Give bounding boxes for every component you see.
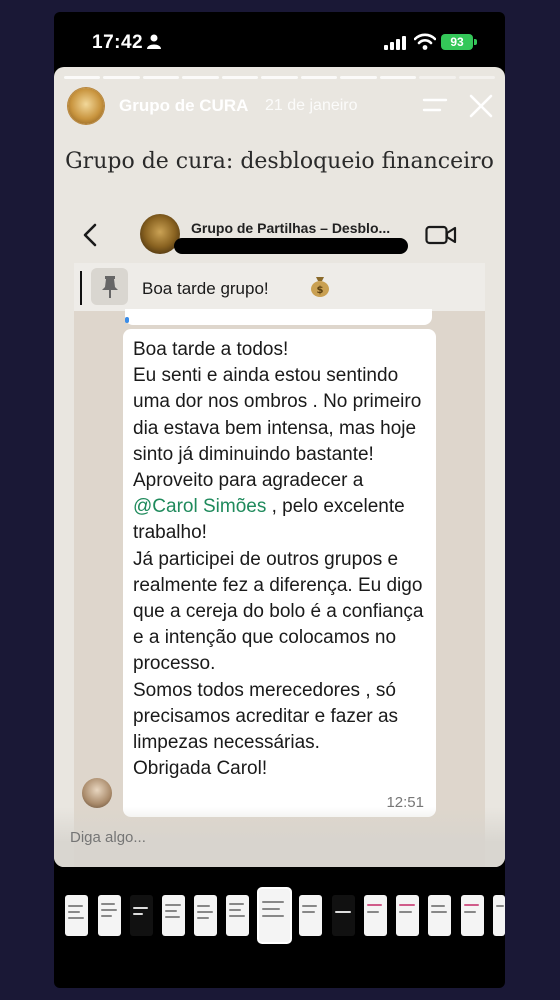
story-thumbnail[interactable] xyxy=(461,895,484,936)
pinned-indicator-bar xyxy=(80,271,82,305)
svg-text:$: $ xyxy=(317,285,324,296)
story-card[interactable]: Grupo de CURA 21 de janeiro Grupo de cur… xyxy=(54,67,505,867)
status-time: 17:42 xyxy=(92,32,144,53)
story-thumbnail[interactable] xyxy=(194,895,217,936)
phone-screen: 17:42 93 Grupo de CURA 21 de janeiro Gru… xyxy=(54,12,505,988)
back-icon xyxy=(83,223,97,247)
story-title: Grupo de cura: desbloqueio financeiro xyxy=(65,149,494,174)
reply-input[interactable] xyxy=(68,828,372,847)
story-thumbnail[interactable] xyxy=(98,895,121,936)
story-thumbnail[interactable] xyxy=(226,895,249,936)
story-author-avatar[interactable] xyxy=(68,88,104,124)
story-thumbnail[interactable] xyxy=(428,895,451,936)
battery-level: 93 xyxy=(450,35,464,49)
pinned-message-text: Boa tarde grupo! xyxy=(142,279,269,298)
story-thumbnail[interactable] xyxy=(493,895,505,936)
story-thumbnail[interactable] xyxy=(299,895,322,936)
message-text-part1: Boa tarde a todos! Eu senti e ainda esto… xyxy=(133,339,422,492)
message-bubble: Boa tarde a todos! Eu senti e ainda esto… xyxy=(123,329,436,817)
mention-link: @Carol Simões xyxy=(133,496,267,518)
status-bar: 17:42 93 xyxy=(54,12,505,68)
video-call-icon xyxy=(425,225,457,245)
person-icon xyxy=(147,34,161,49)
story-thumbnail[interactable] xyxy=(396,895,419,936)
redaction-mark xyxy=(174,238,408,254)
quote-accent xyxy=(125,317,129,323)
close-icon[interactable] xyxy=(469,94,493,118)
message-text: Boa tarde a todos! Eu senti e ainda esto… xyxy=(133,337,433,782)
menu-icon[interactable] xyxy=(422,97,448,113)
group-name: Grupo de Partilhas – Desblo... xyxy=(191,220,391,236)
story-thumbnail[interactable] xyxy=(162,895,185,936)
message-text-part2: , pelo excelente trabalho! Já participei… xyxy=(133,496,424,780)
story-thumbnail-active[interactable] xyxy=(259,889,290,942)
pin-icon xyxy=(102,276,118,298)
money-bag-icon: $ xyxy=(311,277,329,297)
battery-indicator: 93 xyxy=(441,34,473,50)
signal-icon xyxy=(384,36,406,50)
story-thumbnail[interactable] xyxy=(65,895,88,936)
story-date: 21 de janeiro xyxy=(265,97,358,114)
story-thumbnail[interactable] xyxy=(130,895,153,936)
pinned-message-banner: Boa tarde grupo! $ xyxy=(74,263,485,311)
story-thumbnail[interactable] xyxy=(364,895,387,936)
story-thumbnail[interactable] xyxy=(332,895,355,936)
wifi-icon xyxy=(414,33,436,50)
story-author-name[interactable]: Grupo de CURA xyxy=(119,96,248,116)
story-thumbnail-strip xyxy=(54,889,505,952)
battery-tip xyxy=(474,39,477,45)
previous-message-bubble xyxy=(125,309,432,325)
story-progress-bar xyxy=(64,76,495,79)
sender-avatar xyxy=(82,778,112,808)
